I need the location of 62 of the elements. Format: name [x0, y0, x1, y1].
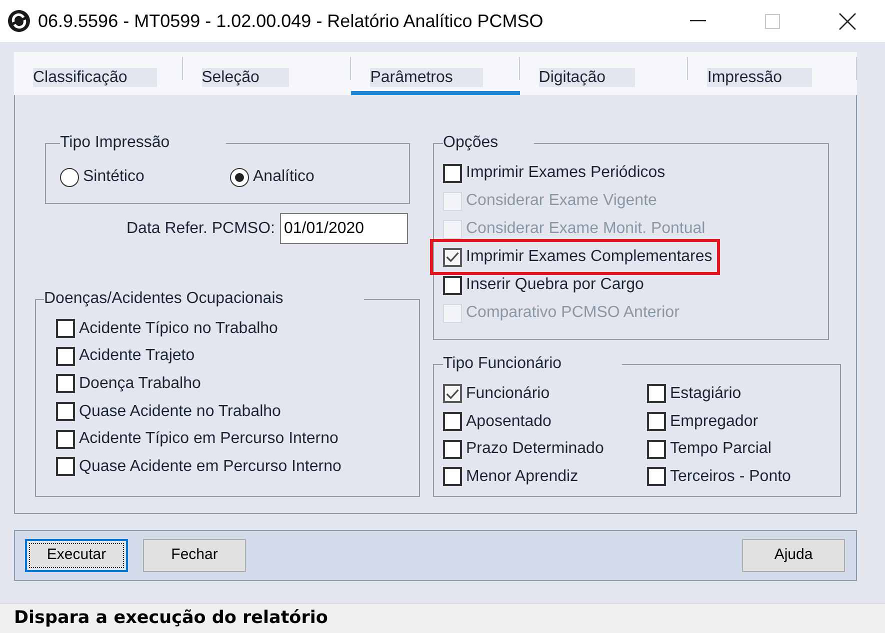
checkbox-label: Comparativo PCMSO Anterior [466, 303, 680, 323]
checkbox-label: Quase Acidente em Percurso Interno [79, 456, 342, 477]
radio-label: Analítico [253, 167, 314, 187]
app-logo-icon [8, 10, 30, 32]
checkbox-label: Prazo Determinado [466, 439, 604, 460]
checkbox[interactable] [56, 374, 75, 394]
checkbox[interactable] [56, 319, 75, 338]
checkbox[interactable] [443, 248, 462, 266]
tab[interactable]: Seleção [182, 52, 352, 95]
checkbox[interactable] [443, 276, 462, 294]
checkbox-label: Inserir Quebra por Cargo [466, 275, 644, 295]
checkbox[interactable] [443, 412, 462, 432]
tab[interactable]: Digitação [520, 52, 688, 95]
checkbox-label: Empregador [670, 412, 758, 432]
field-label: Data Refer. PCMSO: [126, 218, 275, 238]
tab[interactable]: Parâmetros [351, 52, 520, 95]
checkbox[interactable] [647, 412, 666, 432]
group-title: Doenças/Acidentes Ocupacionais [44, 290, 284, 308]
group-title: Tipo Impressão [60, 134, 170, 152]
group-title: Opções [443, 134, 498, 152]
checkbox-label: Doença Trabalho [79, 374, 201, 394]
checkbox-label: Acidente Trajeto [79, 346, 195, 366]
group-title: Tipo Funcionário [443, 355, 562, 373]
checkbox-label: Considerar Exame Monit. Pontual [466, 219, 706, 239]
checkbox[interactable] [56, 457, 75, 476]
checkbox[interactable] [56, 346, 75, 366]
checkbox-label: Acidente Típico no Trabalho [79, 318, 278, 339]
checkbox-label: Imprimir Exames Complementares [466, 247, 712, 267]
action-button[interactable]: Executar [25, 539, 128, 572]
radio-button[interactable] [230, 168, 249, 186]
checkbox[interactable] [647, 467, 666, 486]
minimize-icon [690, 20, 706, 22]
checkbox-label: Terceiros - Ponto [670, 466, 791, 487]
checkbox-label: Acidente Típico em Percurso Interno [79, 429, 338, 450]
checkbox[interactable] [56, 402, 75, 422]
checkbox-label: Aposentado [466, 412, 552, 432]
checkbox[interactable] [443, 440, 462, 459]
radio-label: Sintético [83, 167, 144, 187]
checkbox-label: Tempo Parcial [670, 439, 772, 460]
checkbox-label: Considerar Exame Vigente [466, 191, 657, 211]
checkbox-label: Imprimir Exames Periódicos [466, 163, 666, 183]
checkbox[interactable] [647, 440, 666, 459]
action-button[interactable]: Fechar [143, 539, 246, 572]
tab[interactable]: Impressão [688, 52, 857, 95]
checkbox-label: Menor Aprendiz [466, 466, 578, 487]
checkbox[interactable] [443, 384, 462, 404]
checkbox-label: Quase Acidente no Trabalho [79, 402, 281, 422]
checkmark-icon [446, 252, 459, 262]
checkbox[interactable] [443, 164, 462, 182]
checkbox[interactable] [56, 430, 75, 449]
checkbox[interactable] [647, 384, 666, 404]
checkbox-label: Funcionário [466, 384, 550, 404]
date-field[interactable]: 01/01/2020 [280, 213, 408, 244]
checkbox[interactable] [443, 467, 462, 486]
close-icon [839, 12, 856, 30]
checkbox-label: Estagiário [670, 384, 742, 404]
checkmark-icon [446, 388, 459, 399]
action-button[interactable]: Ajuda [742, 539, 845, 572]
status-text: Dispara a execução do relatório [14, 607, 328, 630]
tab[interactable]: Classificação [14, 52, 183, 95]
window-title: 06.9.5596 - MT0599 - 1.02.00.049 - Relatório Analítico PCMSO [38, 10, 544, 32]
radio-button[interactable] [60, 168, 79, 186]
